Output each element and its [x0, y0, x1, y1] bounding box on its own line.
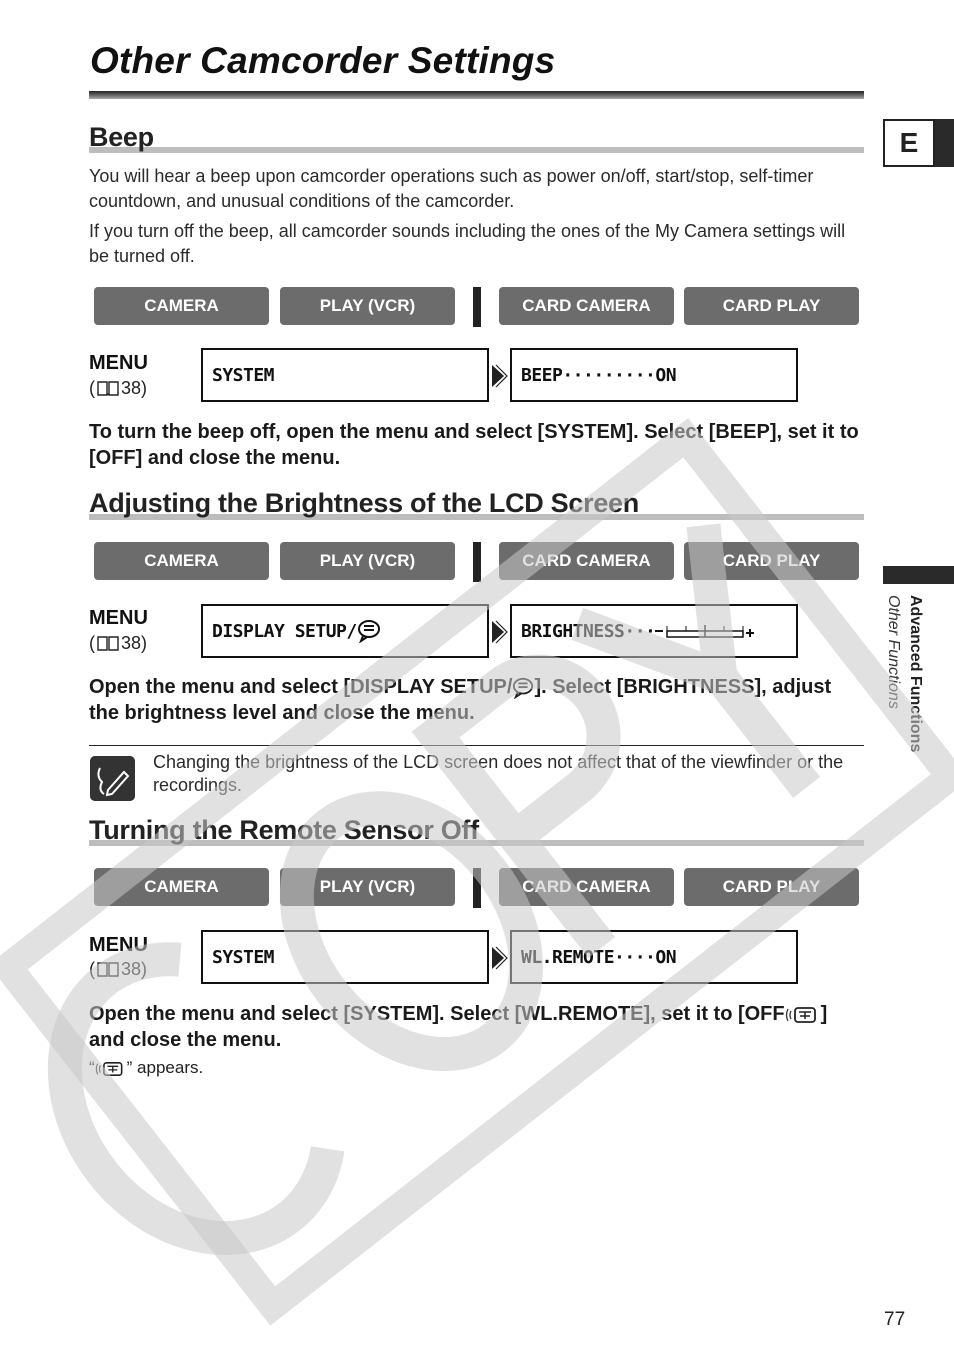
lcd-menu-wl-remote: WL.REMOTE····ON — [510, 930, 798, 984]
book-icon — [97, 962, 119, 977]
arrow-right-icon — [492, 364, 508, 388]
remote-off-icon — [95, 1061, 123, 1076]
language-tab: E — [883, 119, 935, 167]
mode-row-remote: CAMERA PLAY (VCR) CARD CAMERA CARD PLAY — [94, 868, 860, 908]
note-text: Changing the brightness of the LCD scree… — [153, 752, 844, 795]
lcd-menu-brightness: BRIGHTNESS··· — [510, 604, 798, 658]
menu-ref-page: 38) — [121, 959, 148, 979]
minus-sign — [655, 630, 664, 632]
lcd-text: DISPLAY SETUP/ — [212, 620, 357, 642]
menu-page-ref: ( 38) — [89, 959, 147, 980]
lcd-text: BRIGHTNESS··· — [521, 620, 656, 642]
remote-off-icon — [785, 1006, 816, 1023]
beep-paragraph-2: If you turn off the beep, all camcorder … — [89, 221, 846, 266]
display-setup-icon — [513, 677, 534, 699]
mode-card-camera: CARD CAMERA — [499, 868, 674, 906]
section-rule — [89, 147, 864, 153]
note-pencil-icon — [90, 756, 135, 801]
mode-play-vcr: PLAY (VCR) — [280, 868, 455, 906]
mode-card-camera: CARD CAMERA — [499, 542, 674, 580]
brightness-slider — [655, 625, 755, 638]
quote-close: ” appears. — [126, 1058, 204, 1077]
beep-instruction: To turn the beep off, open the menu and … — [89, 421, 859, 469]
mode-camera: CAMERA — [94, 287, 269, 325]
mode-play-vcr: PLAY (VCR) — [280, 287, 455, 325]
watermark-letter-c — [47, 942, 345, 1256]
menu-label: MENU — [89, 607, 148, 629]
section-heading-beep: Beep — [89, 122, 154, 152]
mode-card-play: CARD PLAY — [684, 868, 859, 906]
menu-page-ref: ( 38) — [89, 378, 147, 399]
menu-page-ref: ( 38) — [89, 633, 147, 654]
mode-card-play: CARD PLAY — [684, 287, 859, 325]
mode-separator — [473, 287, 481, 327]
paren: ( — [89, 633, 95, 653]
lcd-menu-display-setup: DISPLAY SETUP/ — [201, 604, 489, 658]
language-tab-marker — [935, 119, 954, 167]
display-setup-icon — [357, 620, 380, 643]
lcd-menu-beep: BEEP·········ON — [510, 348, 798, 402]
instruction-text: Open the menu and select [SYSTEM]. Selec… — [89, 1003, 785, 1025]
note-divider — [89, 745, 864, 746]
menu-label: MENU — [89, 934, 148, 956]
page-number: 77 — [884, 1309, 906, 1330]
remote-instruction: Open the menu and select [SYSTEM]. Selec… — [89, 1001, 864, 1053]
plus-sign — [746, 629, 755, 637]
mode-camera: CAMERA — [94, 542, 269, 580]
brightness-instruction: Open the menu and select [DISPLAY SETUP/… — [89, 674, 864, 726]
menu-ref-page: 38) — [121, 378, 148, 398]
mode-card-play: CARD PLAY — [684, 542, 859, 580]
paren: ( — [89, 959, 95, 979]
arrow-right-icon — [492, 946, 508, 970]
arrow-right-icon — [492, 620, 508, 644]
lcd-menu-system: SYSTEM — [201, 348, 489, 402]
menu-label: MENU — [89, 352, 148, 374]
subchapter-label: Other Functions — [885, 595, 902, 709]
chapter-label: Advanced Functions — [907, 595, 924, 753]
mode-card-camera: CARD CAMERA — [499, 287, 674, 325]
mode-separator — [473, 868, 481, 908]
mode-row-brightness: CAMERA PLAY (VCR) CARD CAMERA CARD PLAY — [94, 542, 860, 582]
chapter-bar — [883, 566, 954, 584]
beep-paragraph-1: You will hear a beep upon camcorder oper… — [89, 166, 814, 211]
remote-appears-note: “” appears. — [89, 1058, 203, 1078]
section-heading-remote: Turning the Remote Sensor Off — [89, 815, 479, 845]
mode-separator — [473, 542, 481, 582]
menu-ref-page: 38) — [121, 633, 148, 653]
mode-play-vcr: PLAY (VCR) — [280, 542, 455, 580]
mode-camera: CAMERA — [94, 868, 269, 906]
book-icon — [97, 381, 119, 396]
section-heading-brightness: Adjusting the Brightness of the LCD Scre… — [89, 488, 639, 518]
title-rule — [89, 91, 864, 99]
lcd-menu-system: SYSTEM — [201, 930, 489, 984]
instruction-text: Open the menu and select [DISPLAY SETUP/ — [89, 676, 513, 698]
book-icon — [97, 636, 119, 651]
mode-row-beep: CAMERA PLAY (VCR) CARD CAMERA CARD PLAY — [94, 287, 860, 327]
page-title: Other Camcorder Settings — [90, 40, 556, 81]
paren: ( — [89, 378, 95, 398]
